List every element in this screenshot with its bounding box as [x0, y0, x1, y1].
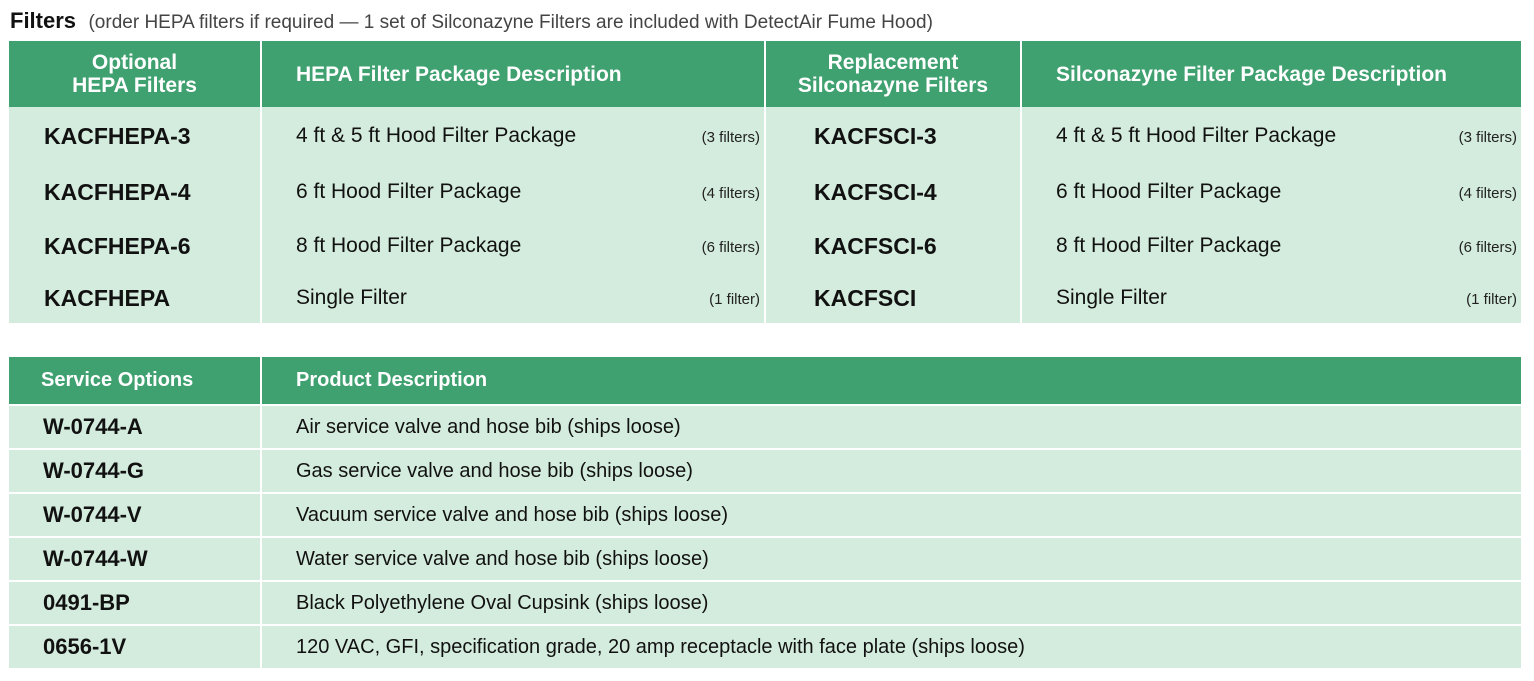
- silconazyne-filter-count: (6 filters): [1458, 239, 1517, 256]
- silconazyne-code: KACFSCI-4: [765, 165, 1022, 219]
- header-product-description: Product Description: [261, 357, 1521, 405]
- header-line: HEPA Filters: [72, 74, 197, 97]
- header-optional-hepa-filters: Optional HEPA Filters: [9, 41, 262, 107]
- silconazyne-description-cell: 4 ft & 5 ft Hood Filter Package (3 filter…: [1021, 107, 1521, 165]
- silconazyne-description-cell: 8 ft Hood Filter Package (6 filters): [1021, 219, 1521, 273]
- silconazyne-code: KACFSCI: [765, 273, 1022, 323]
- header-line: Silconazyne Filters: [797, 74, 989, 97]
- hepa-description-cell: 8 ft Hood Filter Package (6 filters): [261, 219, 766, 273]
- section-subtitle: (order HEPA filters if required — 1 set …: [88, 12, 933, 33]
- table-row: 0491-BP Black Polyethylene Oval Cupsink …: [9, 580, 1521, 625]
- header-line: Optional: [91, 51, 178, 74]
- service-description: 120 VAC, GFI, specification grade, 20 am…: [261, 624, 1521, 668]
- service-code: 0656-1V: [9, 624, 262, 668]
- table-row: W-0744-A Air service valve and hose bib …: [9, 404, 1521, 449]
- hepa-filter-count: (6 filters): [701, 239, 760, 256]
- silconazyne-description-cell: 6 ft Hood Filter Package (4 filters): [1021, 165, 1521, 219]
- silconazyne-description: 6 ft Hood Filter Package: [1056, 180, 1282, 203]
- hepa-description: 8 ft Hood Filter Package: [296, 234, 522, 257]
- table-row: W-0744-W Water service valve and hose bi…: [9, 536, 1521, 581]
- hepa-description-cell: 4 ft & 5 ft Hood Filter Package (3 filter…: [261, 107, 766, 165]
- silconazyne-filter-count: (1 filter): [1466, 291, 1517, 308]
- service-code: W-0744-W: [9, 536, 262, 581]
- hepa-description: 6 ft Hood Filter Package: [296, 180, 522, 203]
- service-code: W-0744-A: [9, 404, 262, 449]
- service-description: Gas service valve and hose bib (ships lo…: [261, 448, 1521, 493]
- hepa-filter-count: (4 filters): [701, 185, 760, 202]
- header-service-options: Service Options: [9, 357, 262, 405]
- header-replacement-silconazyne-filters: Replacement Silconazyne Filters: [765, 41, 1022, 107]
- hepa-filter-count: (3 filters): [701, 129, 760, 146]
- table-row: 0656-1V 120 VAC, GFI, specification grad…: [9, 624, 1521, 668]
- service-description: Water service valve and hose bib (ships …: [261, 536, 1521, 581]
- section-title: Filters: [10, 8, 77, 33]
- silconazyne-code: KACFSCI-6: [765, 219, 1022, 273]
- hepa-description-cell: Single Filter (1 filter): [261, 273, 766, 323]
- silconazyne-filter-count: (4 filters): [1458, 185, 1517, 202]
- table-row: KACFHEPA Single Filter (1 filter) KACFSCI…: [9, 273, 1521, 323]
- table-row: KACFHEPA-4 6 ft Hood Filter Package (4 fi…: [9, 165, 1521, 219]
- hepa-code: KACFHEPA: [9, 273, 262, 323]
- hepa-code: KACFHEPA-3: [9, 107, 262, 165]
- service-code: 0491-BP: [9, 580, 262, 625]
- service-code: W-0744-V: [9, 492, 262, 537]
- service-description: Vacuum service valve and hose bib (ships…: [261, 492, 1521, 537]
- service-options-table: Service Options Product Description W-07…: [9, 357, 1521, 668]
- table-row: KACFHEPA-3 4 ft & 5 ft Hood Filter Packa…: [9, 107, 1521, 165]
- header-line: Replacement: [827, 51, 959, 74]
- hepa-description-cell: 6 ft Hood Filter Package (4 filters): [261, 165, 766, 219]
- service-description: Black Polyethylene Oval Cupsink (ships l…: [261, 580, 1521, 625]
- table-row: KACFHEPA-6 8 ft Hood Filter Package (6 fi…: [9, 219, 1521, 273]
- header-hepa-description: HEPA Filter Package Description: [261, 41, 766, 107]
- hepa-code: KACFHEPA-4: [9, 165, 262, 219]
- table-row: W-0744-V Vacuum service valve and hose b…: [9, 492, 1521, 537]
- hepa-description: Single Filter: [296, 286, 407, 309]
- filters-header-row: Optional HEPA Filters HEPA Filter Packag…: [9, 41, 1521, 107]
- silconazyne-filter-count: (3 filters): [1458, 129, 1517, 146]
- silconazyne-description: 4 ft & 5 ft Hood Filter Package: [1056, 124, 1337, 147]
- silconazyne-code: KACFSCI-3: [765, 107, 1022, 165]
- service-code: W-0744-G: [9, 448, 262, 493]
- filters-table: Optional HEPA Filters HEPA Filter Packag…: [9, 41, 1521, 323]
- silconazyne-description: 8 ft Hood Filter Package: [1056, 234, 1282, 257]
- silconazyne-description: Single Filter: [1056, 286, 1167, 309]
- section-heading: Filters (order HEPA filters if required …: [10, 6, 933, 36]
- service-description: Air service valve and hose bib (ships lo…: [261, 404, 1521, 449]
- table-row: W-0744-G Gas service valve and hose bib …: [9, 448, 1521, 493]
- hepa-filter-count: (1 filter): [709, 291, 760, 308]
- silconazyne-description-cell: Single Filter (1 filter): [1021, 273, 1521, 323]
- hepa-code: KACFHEPA-6: [9, 219, 262, 273]
- service-header-row: Service Options Product Description: [9, 357, 1521, 405]
- hepa-description: 4 ft & 5 ft Hood Filter Package: [296, 124, 577, 147]
- header-silconazyne-description: Silconazyne Filter Package Description: [1021, 41, 1521, 107]
